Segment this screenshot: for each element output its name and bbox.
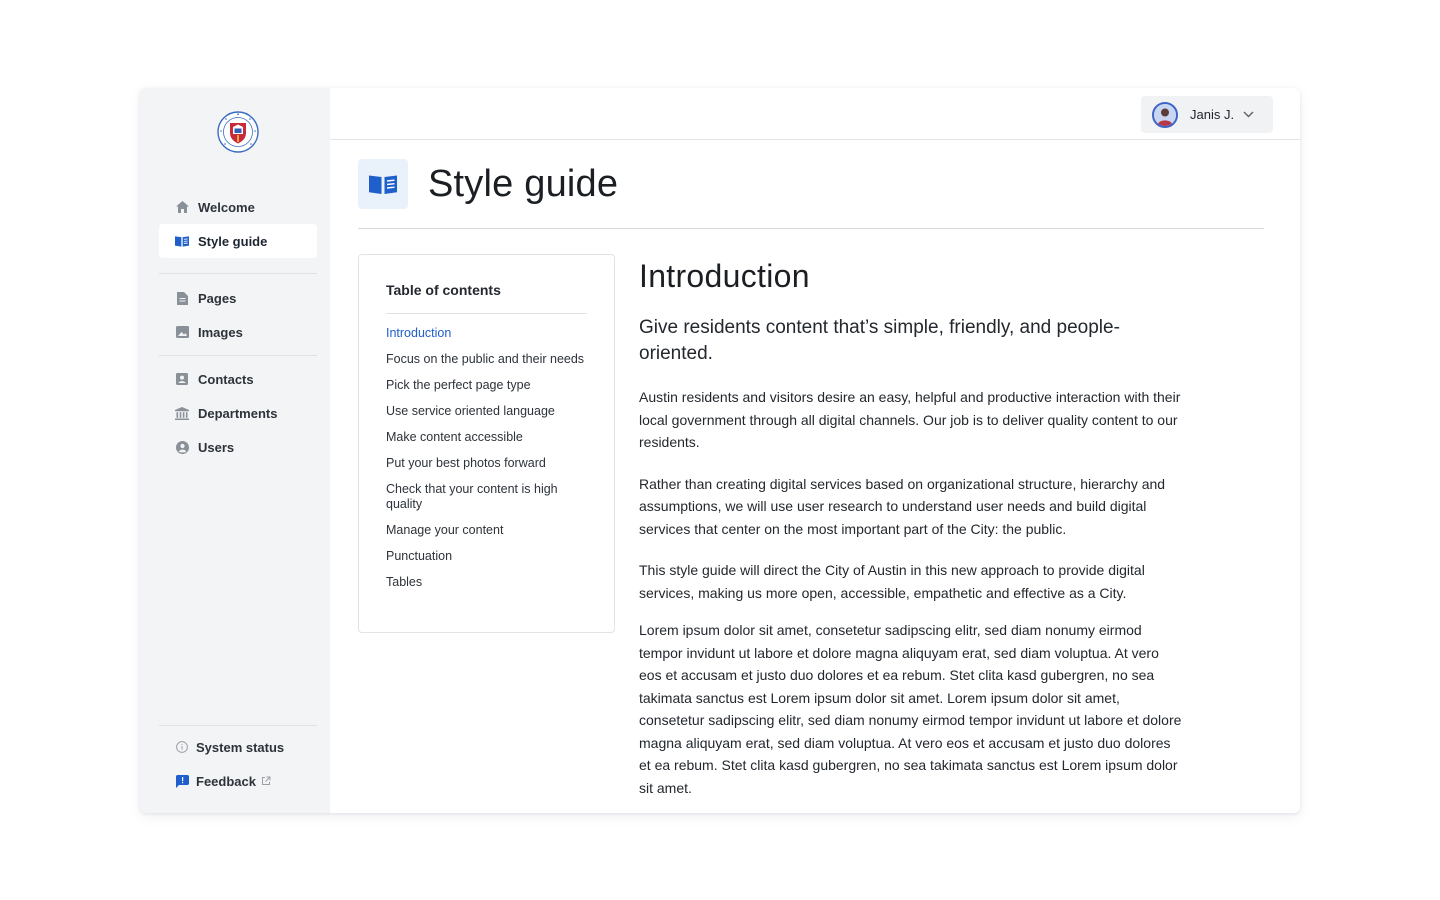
header-divider (358, 228, 1264, 229)
document-icon (175, 291, 189, 305)
sidebar-item-label: Style guide (198, 233, 268, 249)
table-of-contents: Table of contents Introduction Focus on … (358, 254, 615, 633)
primary-nav: Welcome Style guide (159, 190, 317, 258)
toc-list: Introduction Focus on the public and the… (386, 326, 587, 590)
sidebar-item-feedback[interactable]: Feedback (159, 764, 317, 798)
sidebar-item-label: System status (196, 739, 285, 755)
toc-item[interactable]: Make content accessible (386, 430, 587, 445)
image-icon (175, 325, 189, 339)
article-lede: Give residents content that’s simple, fr… (639, 317, 1120, 364)
toc-item[interactable]: Check that your content is high quality (386, 482, 587, 512)
sidebar-item-pages[interactable]: Pages (159, 281, 317, 315)
sidebar-item-contacts[interactable]: Contacts (159, 362, 317, 396)
toc-item[interactable]: Use service oriented language (386, 404, 587, 419)
sidebar-item-images[interactable]: Images (159, 315, 317, 349)
sidebar-item-users[interactable]: Users (159, 430, 317, 464)
sidebar-divider (159, 725, 317, 726)
admin-nav: Contacts Departments Users (159, 362, 317, 464)
sidebar-item-label: Feedback (196, 773, 256, 789)
app-window: Welcome Style guide Pages Images Contact… (140, 88, 1300, 813)
sidebar-item-style-guide[interactable]: Style guide (159, 224, 317, 258)
sidebar-item-label: Pages (198, 290, 237, 306)
book-icon (175, 234, 189, 248)
article: Introduction Give residents content that… (639, 258, 1184, 799)
user-name: Janis J. (1190, 107, 1235, 122)
toc-item[interactable]: Manage your content (386, 523, 587, 538)
toc-item[interactable]: Tables (386, 575, 587, 590)
sidebar-divider (159, 273, 317, 274)
article-paragraph: This style guide will direct the City of… (639, 562, 1145, 601)
city-seal-logo[interactable] (217, 111, 259, 153)
sidebar-item-label: Contacts (198, 371, 254, 387)
book-icon (358, 159, 408, 209)
building-icon (175, 406, 189, 420)
sidebar-item-system-status[interactable]: System status (159, 730, 317, 764)
toc-item[interactable]: Focus on the public and their needs (386, 352, 587, 367)
chevron-down-icon (1243, 111, 1254, 118)
toc-item-introduction[interactable]: Introduction (386, 326, 587, 341)
main-area: Janis J. Style guide Table of contents I… (330, 88, 1300, 813)
article-paragraph: Lorem ipsum dolor sit amet, consetetur s… (639, 622, 1182, 796)
sidebar-item-label: Users (198, 439, 235, 455)
content-nav: Pages Images (159, 281, 317, 349)
toc-item[interactable]: Pick the perfect page type (386, 378, 587, 393)
sidebar-item-departments[interactable]: Departments (159, 396, 317, 430)
info-icon (175, 740, 189, 754)
avatar (1152, 101, 1178, 128)
article-paragraph: Rather than creating digital services ba… (639, 475, 1166, 537)
toc-title: Table of contents (386, 282, 587, 314)
page-header: Style guide (358, 159, 618, 209)
article-paragraph: Austin residents and visitors desire an … (639, 389, 1181, 450)
user-menu-button[interactable]: Janis J. (1141, 96, 1273, 133)
feedback-icon (175, 774, 189, 788)
home-icon (175, 200, 189, 214)
sidebar-item-label: Departments (198, 405, 278, 421)
sidebar-item-label: Images (198, 324, 243, 340)
sidebar-item-welcome[interactable]: Welcome (159, 190, 317, 224)
top-bar: Janis J. (330, 88, 1300, 140)
toc-item[interactable]: Put your best photos forward (386, 456, 587, 471)
sidebar: Welcome Style guide Pages Images Contact… (140, 88, 330, 813)
user-circle-icon (175, 440, 189, 454)
footer-nav: System status Feedback (159, 730, 317, 798)
toc-item[interactable]: Punctuation (386, 549, 587, 564)
sidebar-item-label: Welcome (198, 199, 255, 215)
article-heading: Introduction (639, 258, 810, 294)
page-title: Style guide (428, 162, 619, 205)
contact-card-icon (175, 372, 189, 386)
external-link-icon (261, 776, 271, 786)
sidebar-divider (159, 355, 317, 356)
